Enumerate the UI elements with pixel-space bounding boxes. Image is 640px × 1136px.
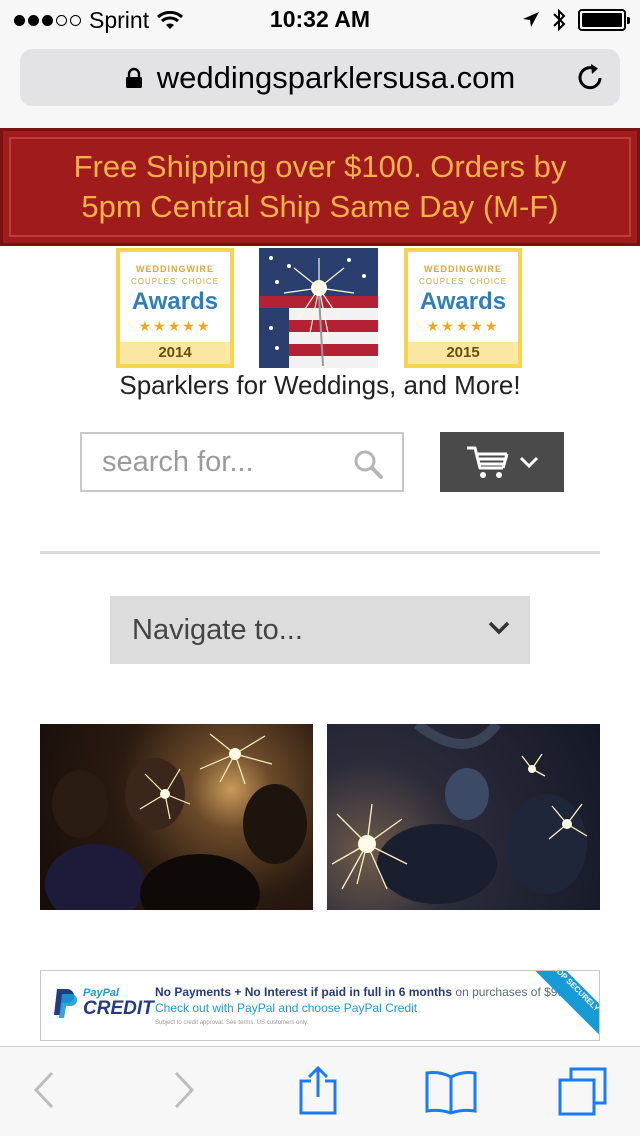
back-arrow-icon[interactable] [32, 1069, 56, 1111]
search-icon[interactable] [352, 448, 384, 480]
reload-icon[interactable] [574, 61, 606, 93]
award-year: 2014 [120, 342, 230, 364]
navigate-to-label: Navigate to... [132, 613, 303, 646]
paypal-offer-bold: No Payments + No Interest if paid in ful… [155, 985, 453, 999]
award-subtitle: COUPLES' CHOICE [130, 277, 220, 286]
paypal-credit-logo: PayPal CREDIT [51, 987, 154, 1019]
free-shipping-banner: Free Shipping over $100. Orders by 5pm C… [0, 128, 640, 246]
address-bar[interactable]: weddingsparklersusa.com [20, 49, 620, 106]
cart-dropdown-button[interactable] [440, 432, 564, 492]
share-icon[interactable] [298, 1065, 338, 1115]
lock-icon [125, 67, 142, 88]
search-input[interactable] [102, 445, 342, 479]
location-arrow-icon [523, 12, 539, 27]
bookmarks-icon[interactable] [424, 1069, 478, 1115]
paypal-checkout-line: Check out with PayPal and choose PayPal … [155, 1001, 418, 1015]
award-title: Awards [419, 288, 507, 315]
promo-line-2: 5pm Central Ship Same Day (M-F) [81, 189, 559, 224]
weddingwire-award-2015[interactable]: WEDDINGWIRE COUPLES' CHOICE Awards ★★★★★… [404, 248, 522, 368]
url-text: weddingsparklersusa.com [156, 59, 516, 95]
navigate-to-dropdown[interactable]: Navigate to... [110, 596, 530, 664]
paypal-credit-banner[interactable]: PayPal CREDIT No Payments + No Interest … [40, 970, 600, 1041]
award-brand: WEDDINGWIRE [136, 264, 214, 274]
award-brand: WEDDINGWIRE [424, 264, 502, 274]
award-title: Awards [131, 288, 219, 315]
bluetooth-icon [553, 8, 566, 32]
search-box [80, 432, 404, 492]
battery-icon [578, 9, 630, 31]
award-stars: ★★★★★ [138, 318, 212, 334]
status-icons [522, 8, 630, 32]
promo-line-1: Free Shipping over $100. Orders by [73, 149, 567, 184]
shopping-cart-icon [467, 446, 509, 478]
wedding-sparklers-photo-2[interactable] [327, 724, 600, 910]
browser-toolbar [0, 1046, 640, 1136]
american-flag-sparkler-image [259, 248, 378, 368]
status-bar: Sprint 10:32 AM [0, 0, 640, 40]
paypal-fine-print: Subject to credit approval. See terms. U… [155, 1020, 309, 1026]
award-stars: ★★★★★ [426, 318, 500, 334]
award-badges: WEDDINGWIRE COUPLES' CHOICE Awards ★★★★★… [0, 248, 640, 368]
paypal-logo-icon [54, 989, 77, 1018]
paypal-credit-text: No Payments + No Interest if paid in ful… [155, 985, 575, 1026]
credit-wordmark: CREDIT [83, 998, 154, 1019]
wedding-sparklers-photo-1[interactable] [40, 724, 313, 910]
weddingwire-award-2014[interactable]: WEDDINGWIRE COUPLES' CHOICE Awards ★★★★★… [116, 248, 234, 368]
tabs-icon[interactable] [557, 1067, 609, 1117]
browser-address-area: weddingsparklersusa.com [0, 40, 640, 128]
sparklers-crowd-image [45, 733, 307, 910]
promo-text: Free Shipping over $100. Orders by 5pm C… [54, 147, 587, 227]
chevron-down-icon [519, 456, 539, 469]
sparkler-send-off-image [331, 724, 588, 904]
award-year: 2015 [408, 342, 518, 364]
site-tagline: Sparklers for Weddings, and More! [119, 370, 521, 400]
forward-arrow-icon[interactable] [172, 1069, 196, 1111]
chevron-down-icon [488, 621, 510, 635]
award-subtitle: COUPLES' CHOICE [418, 277, 508, 286]
divider [40, 551, 600, 554]
